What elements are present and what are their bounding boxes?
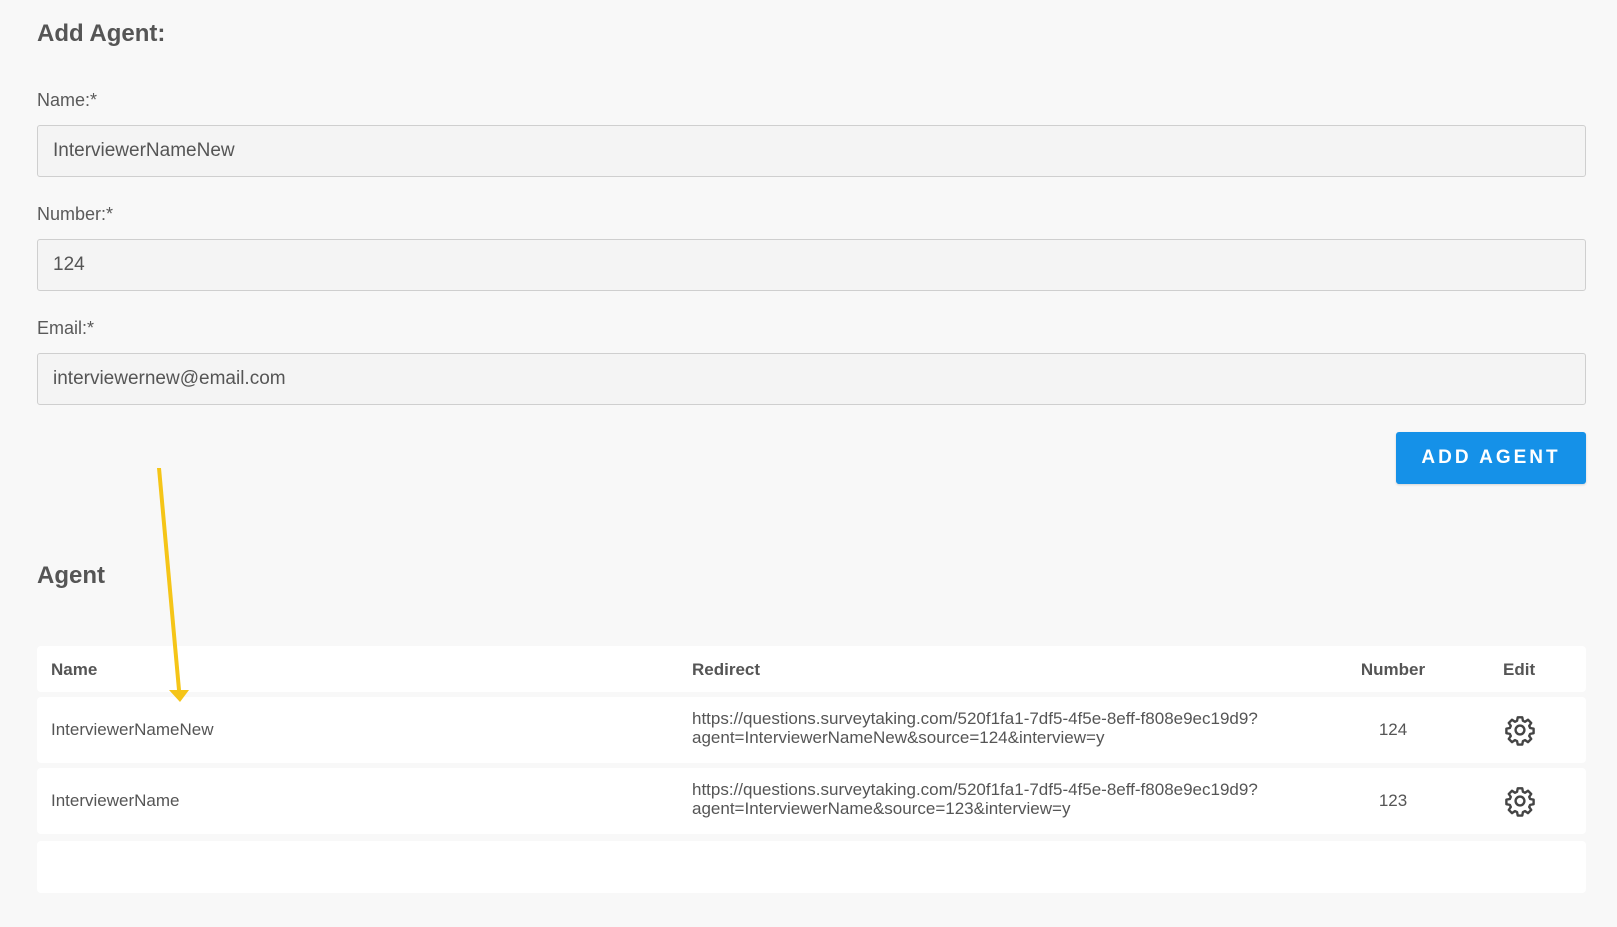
number-input[interactable] <box>37 239 1586 291</box>
column-header-number: Number <box>1360 660 1426 679</box>
add-agent-title: Add Agent: <box>37 20 166 47</box>
agent-number-cell: 123 <box>1378 791 1408 810</box>
name-input[interactable] <box>37 125 1586 177</box>
email-input[interactable] <box>37 353 1586 405</box>
redirect-link-cell[interactable]: https://questions.surveytaking.com/520f1… <box>692 780 1312 818</box>
name-label: Name:* <box>37 90 98 110</box>
table-row: InterviewerName https://questions.survey… <box>37 768 1586 834</box>
agent-table-header: Name Redirect Number Edit <box>37 646 1586 692</box>
table-row: InterviewerNameNew https://questions.sur… <box>37 697 1586 763</box>
redirect-url-line1: https://questions.surveytaking.com/520f1… <box>692 709 1258 728</box>
agent-section-title: Agent <box>37 562 105 589</box>
email-label: Email:* <box>37 318 95 338</box>
redirect-url-line2: agent=InterviewerNameNew&source=124&inte… <box>692 728 1105 747</box>
redirect-link-cell[interactable]: https://questions.surveytaking.com/520f1… <box>692 709 1312 747</box>
column-header-name: Name <box>51 660 98 679</box>
gear-icon[interactable] <box>1504 714 1536 746</box>
column-header-redirect: Redirect <box>692 660 761 679</box>
column-header-edit: Edit <box>1503 660 1536 679</box>
redirect-url-line2: agent=InterviewerName&source=123&intervi… <box>692 799 1071 818</box>
number-label: Number:* <box>37 204 114 224</box>
gear-icon[interactable] <box>1504 785 1536 817</box>
agent-name-cell: InterviewerName <box>51 791 180 810</box>
empty-table-row <box>37 841 1586 893</box>
agent-name-cell: InterviewerNameNew <box>51 720 214 739</box>
redirect-url-line1: https://questions.surveytaking.com/520f1… <box>692 780 1258 799</box>
agent-number-cell: 124 <box>1378 720 1408 739</box>
add-agent-button[interactable]: ADD AGENT <box>1396 432 1586 484</box>
